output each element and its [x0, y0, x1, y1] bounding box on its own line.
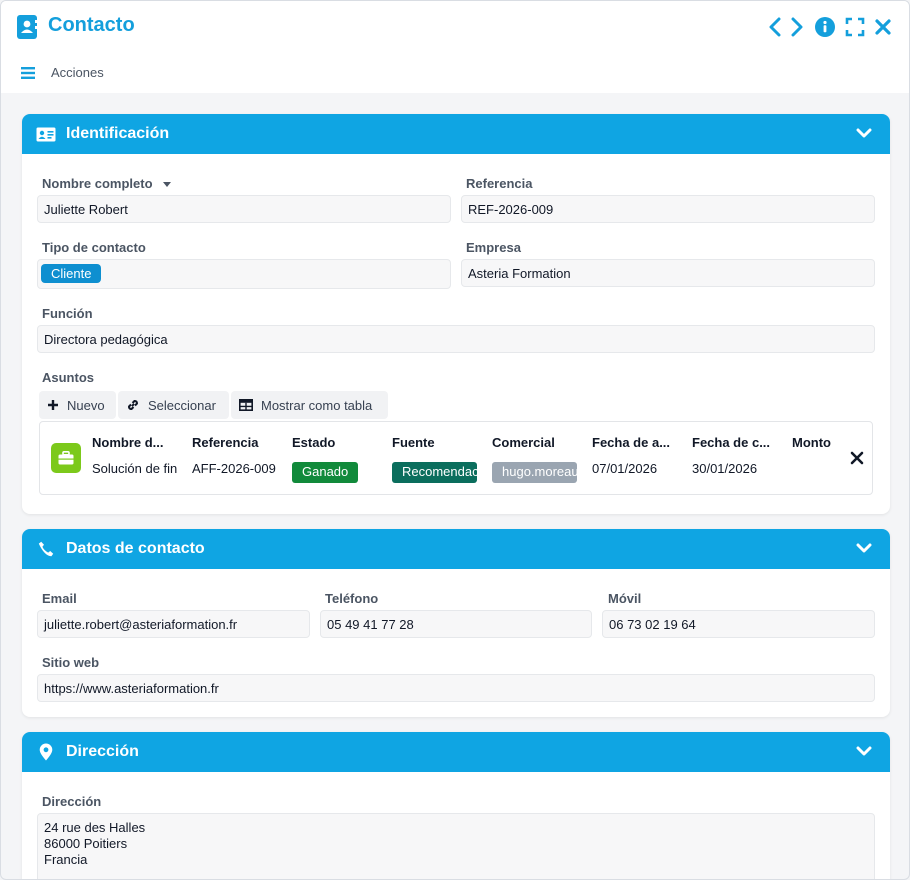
chevron-down-icon[interactable]	[856, 542, 872, 556]
mobile-label: Móvil	[608, 591, 642, 606]
map-marker-icon	[36, 743, 56, 761]
source-badge: Recomendación	[392, 462, 477, 483]
email-field[interactable]: juliette.robert@asteriaformation.fr	[37, 610, 310, 638]
chevron-left-icon	[769, 17, 781, 37]
expand-icon	[845, 17, 865, 37]
column-header-salesperson[interactable]: Comercial	[492, 435, 580, 450]
window-header: Contacto Acciones	[1, 1, 909, 93]
function-label: Función	[42, 306, 93, 321]
close-button[interactable]	[872, 15, 894, 39]
chevron-down-icon[interactable]	[856, 745, 872, 759]
window-title: Contacto	[48, 14, 135, 36]
date-close-cell[interactable]: 30/01/2026	[692, 461, 780, 476]
actions-menu: Acciones	[21, 65, 104, 80]
website-label: Sitio web	[42, 655, 100, 670]
status-badge: Ganado	[292, 462, 359, 483]
reference-label: Referencia	[466, 176, 533, 191]
previous-button[interactable]	[764, 15, 786, 39]
select-matter-button[interactable]: Seleccionar	[118, 391, 229, 419]
contact-type-field[interactable]: Cliente	[37, 259, 451, 289]
matters-label: Asuntos	[42, 370, 94, 385]
function-field[interactable]: Directora pedagógica	[37, 325, 875, 353]
reference-field[interactable]: REF-2026-009	[461, 195, 875, 223]
matters-table: Nombre d... Referencia Estado Fuente Com…	[39, 421, 873, 495]
salesperson-badge: hugo.moreau	[492, 462, 577, 483]
phone-field[interactable]: 05 49 41 77 28	[320, 610, 592, 638]
close-icon	[875, 19, 891, 35]
website-field[interactable]: https://www.asteriaformation.fr	[37, 674, 875, 702]
identification-title: Identificación	[66, 125, 170, 142]
contact-data-header[interactable]: Datos de contacto	[22, 529, 890, 569]
contact-type-chip: Cliente	[41, 264, 102, 283]
date-open-cell[interactable]: 07/01/2026	[592, 461, 680, 476]
contact-type-label: Tipo de contacto	[42, 240, 146, 255]
email-label: Email	[42, 591, 77, 606]
address-header[interactable]: Dirección	[22, 732, 890, 772]
show-as-table-label: Mostrar como tabla	[261, 397, 373, 413]
id-card-icon	[36, 125, 56, 143]
show-as-table-button[interactable]: Mostrar como tabla	[231, 391, 388, 419]
address-label: Dirección	[42, 794, 102, 809]
phone-icon	[36, 540, 56, 558]
link-icon	[128, 400, 138, 410]
next-button[interactable]	[786, 15, 808, 39]
full-name-label: Nombre completo	[42, 176, 172, 191]
phone-label: Teléfono	[325, 591, 379, 606]
column-header-reference[interactable]: Referencia	[192, 435, 280, 450]
matter-name-cell[interactable]: Solución de fin	[92, 461, 177, 476]
contact-window: Contacto Acciones Identificación Nombre …	[0, 0, 910, 880]
mobile-field[interactable]: 06 73 02 19 64	[602, 610, 875, 638]
chevron-down-icon[interactable]	[856, 127, 872, 141]
column-header-amount[interactable]: Monto	[792, 435, 852, 450]
menu-icon[interactable]	[21, 66, 35, 79]
column-header-source[interactable]: Fuente	[392, 435, 480, 450]
address-field[interactable]: 24 rue des Halles 86000 Poitiers Francia	[37, 813, 875, 879]
table-icon	[239, 399, 253, 411]
full-name-label-text: Nombre completo	[42, 176, 153, 191]
full-name-field[interactable]: Juliette Robert	[37, 195, 451, 223]
actions-label[interactable]: Acciones	[51, 65, 104, 80]
remove-row-icon[interactable]	[850, 451, 864, 465]
chevron-right-icon	[791, 17, 803, 37]
column-header-date-open[interactable]: Fecha de a...	[592, 435, 680, 450]
maximize-button[interactable]	[844, 15, 866, 39]
info-button[interactable]	[814, 15, 836, 39]
plus-icon	[48, 400, 58, 410]
select-matter-label: Seleccionar	[148, 397, 216, 413]
info-icon	[815, 17, 835, 37]
column-header-name[interactable]: Nombre d...	[92, 435, 180, 450]
briefcase-icon	[51, 443, 81, 473]
company-label: Empresa	[466, 240, 521, 255]
identification-header[interactable]: Identificación	[22, 114, 890, 154]
company-field[interactable]: Asteria Formation	[461, 259, 875, 287]
caret-down-icon[interactable]	[162, 180, 172, 188]
new-matter-label: Nuevo	[67, 397, 105, 413]
address-title: Dirección	[66, 743, 139, 760]
matter-reference-cell[interactable]: AFF-2026-009	[192, 461, 277, 476]
column-header-date-close[interactable]: Fecha de c...	[692, 435, 780, 450]
contact-book-icon	[17, 15, 37, 39]
new-matter-button[interactable]: Nuevo	[39, 391, 116, 419]
contact-data-title: Datos de contacto	[66, 540, 205, 557]
column-header-status[interactable]: Estado	[292, 435, 380, 450]
